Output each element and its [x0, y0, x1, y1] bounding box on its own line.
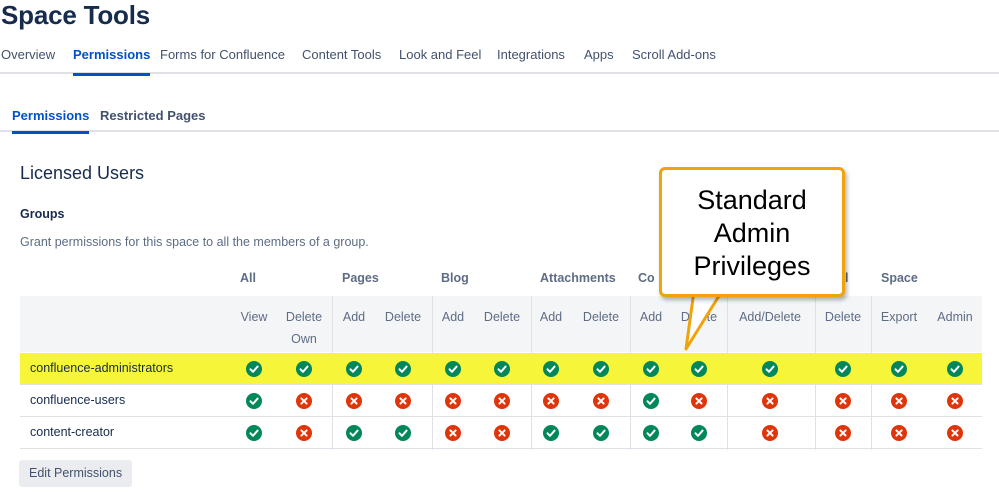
group-name: confluence-users	[30, 393, 126, 407]
tab-content-tools[interactable]: Content Tools	[302, 46, 381, 74]
x-circle-icon	[835, 393, 851, 409]
check-circle-icon	[691, 361, 707, 377]
x-circle-icon	[494, 425, 510, 441]
check-circle-icon	[643, 425, 659, 441]
group-header: Co	[638, 271, 655, 285]
permission-column-header: Admin	[915, 306, 995, 328]
group-header: Blog	[441, 271, 469, 285]
groups-description: Grant permissions for this space to all …	[20, 235, 369, 249]
check-circle-icon	[543, 361, 559, 377]
check-circle-icon	[395, 425, 411, 441]
callout-line: Admin	[713, 218, 791, 248]
check-circle-icon	[246, 361, 262, 377]
check-circle-icon	[643, 361, 659, 377]
permission-column-label: Add/Delete	[739, 310, 801, 324]
subtab-restricted-pages[interactable]: Restricted Pages	[100, 106, 206, 132]
x-circle-icon	[445, 425, 461, 441]
x-circle-icon	[593, 393, 609, 409]
check-circle-icon	[346, 425, 362, 441]
x-circle-icon	[947, 393, 963, 409]
x-circle-icon	[346, 393, 362, 409]
page-title: Space Tools	[1, 0, 151, 30]
x-circle-icon	[762, 393, 778, 409]
x-circle-icon	[762, 425, 778, 441]
callout-line: Standard	[697, 185, 807, 215]
permissions-subnav: Permissions Restricted Pages	[0, 106, 999, 134]
table-row: confluence-users	[20, 385, 982, 417]
check-circle-icon	[445, 361, 461, 377]
x-circle-icon	[296, 425, 312, 441]
callout-line: Privileges	[693, 251, 811, 281]
check-circle-icon	[762, 361, 778, 377]
subtab-permissions[interactable]: Permissions	[12, 106, 90, 134]
group-header: Pages	[342, 271, 379, 285]
group-name: confluence-administrators	[30, 361, 174, 375]
tab-apps[interactable]: Apps	[584, 46, 614, 74]
tab-forms-for-confluence[interactable]: Forms for Confluence	[160, 46, 285, 74]
edit-permissions-button[interactable]: Edit Permissions	[19, 460, 133, 487]
x-circle-icon	[494, 393, 510, 409]
callout-pointer	[684, 291, 728, 351]
check-circle-icon	[494, 361, 510, 377]
tab-look-and-feel[interactable]: Look and Feel	[399, 46, 481, 74]
check-circle-icon	[593, 425, 609, 441]
group-header: All	[240, 271, 256, 285]
permission-column-label: Admin	[937, 310, 973, 324]
check-circle-icon	[835, 361, 851, 377]
x-circle-icon	[835, 425, 851, 441]
check-circle-icon	[543, 425, 559, 441]
tab-permissions[interactable]: Permissions	[73, 46, 151, 76]
check-circle-icon	[395, 361, 411, 377]
x-circle-icon	[891, 393, 907, 409]
group-name: content-creator	[30, 425, 115, 439]
x-circle-icon	[296, 393, 312, 409]
permission-column-header: Add/Delete	[730, 306, 810, 328]
x-circle-icon	[395, 393, 411, 409]
tab-integrations[interactable]: Integrations	[497, 46, 565, 74]
permission-column-label: Own	[291, 332, 317, 346]
callout-text: Standard Admin Privileges	[662, 184, 842, 283]
space-tools-nav: Overview Permissions Forms for Confluenc…	[0, 46, 999, 76]
callout-annotation: Standard Admin Privileges	[659, 167, 845, 297]
tab-scroll-add-ons[interactable]: Scroll Add-ons	[632, 46, 716, 74]
table-row: content-creator	[20, 417, 982, 449]
section-title: Licensed Users	[20, 163, 145, 183]
x-circle-icon	[445, 393, 461, 409]
check-circle-icon	[593, 361, 609, 377]
x-circle-icon	[691, 393, 707, 409]
check-circle-icon	[296, 361, 312, 377]
table-row: confluence-administrators	[20, 353, 982, 385]
check-circle-icon	[246, 393, 262, 409]
check-circle-icon	[691, 425, 707, 441]
group-header: Space	[881, 271, 918, 285]
check-circle-icon	[947, 361, 963, 377]
x-circle-icon	[543, 393, 559, 409]
tab-overview[interactable]: Overview	[1, 46, 55, 74]
check-circle-icon	[643, 393, 659, 409]
x-circle-icon	[947, 425, 963, 441]
x-circle-icon	[891, 425, 907, 441]
groups-heading: Groups	[20, 207, 65, 221]
group-header: Attachments	[540, 271, 616, 285]
check-circle-icon	[891, 361, 907, 377]
check-circle-icon	[246, 425, 262, 441]
check-circle-icon	[346, 361, 362, 377]
group-header: l	[845, 271, 849, 285]
